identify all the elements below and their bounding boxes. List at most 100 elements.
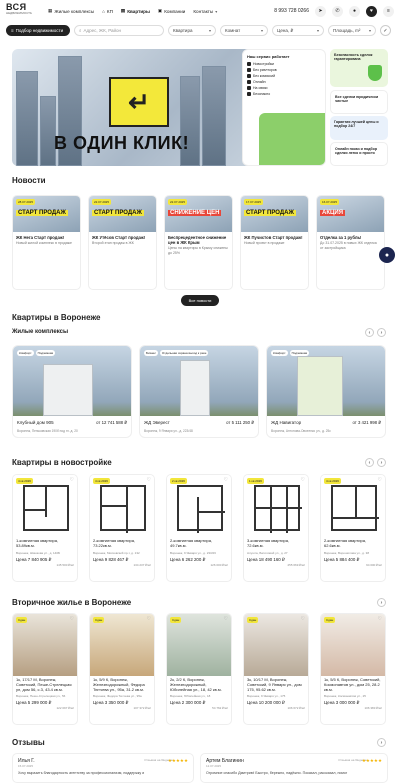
flat-card[interactable]: 4 кв 2026 ♡ 2-комнатная квартира, 62.6кв.… [320, 474, 386, 582]
flat-card[interactable]: 2 кв 2026 ♡ 2-комнатная квартира, 49.7кв.… [166, 474, 232, 582]
news-card[interactable]: 28.07.2025 СТАРТ ПРОДАЖ ЖК Нега Старт пр… [12, 195, 81, 290]
feature-card-legal[interactable]: Все сделки юридически чистые [330, 90, 388, 114]
news-date: 28.07.2025 [16, 199, 36, 205]
type-select[interactable]: Квартира ▾ [168, 25, 216, 36]
news-card[interactable]: 22.07.2025 СНИЖЕНИЕ ЦЕН Беспрецедентное … [164, 195, 233, 290]
review-card[interactable]: Артем Благинин 12.07.2025 Огромное спаси… [200, 753, 388, 783]
feature-card-safety[interactable]: Безопасность сделок гарантирована [330, 49, 388, 87]
complex-address: Воронеж, 9 Января ул., д. 223/48 [144, 429, 193, 433]
news-card[interactable]: 22.07.2025 СТАРТ ПРОДАЖ ЖК Утёсов Старт … [88, 195, 157, 290]
complex-tag: Отдельная охрана выход к реке [159, 350, 209, 356]
company-icon: ▣ [157, 8, 163, 13]
complex-tag: Подземная [35, 350, 56, 356]
nav-complexes[interactable]: ▦ Жилые комплексы [48, 8, 94, 14]
flat-tag: 4 кв 2026 [93, 478, 110, 484]
floor-plan [177, 485, 225, 533]
area-select[interactable]: Площадь, m² ▾ [328, 25, 376, 36]
nav-contacts[interactable]: Контакты ▾ [193, 9, 217, 14]
favorites-icon[interactable]: ♥ [366, 5, 377, 17]
complex-card[interactable]: Комфорт Подземная ЖД Навигатор от 3 421 9… [266, 345, 386, 438]
news-desc: Второй этап продаж в ЖК [92, 241, 134, 245]
next-arrow-icon[interactable]: › [377, 458, 386, 467]
news-card[interactable]: 16.07.2025 АКЦИЯ Отделка за 1 рубль! До … [316, 195, 385, 290]
flat-price: Цена 10 200 000 ₽ [247, 700, 285, 706]
complex-card[interactable]: Бизнес Отдельная охрана выход к реке ЖД Э… [139, 345, 259, 438]
secondary-card[interactable]: Сдан ♡ 2к, 2/2 К, Воронеж, Железнодорожны… [166, 613, 232, 725]
news-desc: Новый проект в продаже [244, 241, 285, 245]
news-banner: СТАРТ ПРОДАЖ [244, 210, 296, 216]
heart-icon[interactable]: ♡ [301, 616, 305, 622]
secondary-card[interactable]: Сдан ♡ 1к, 5/5 К, Воронеж, Советский, Кос… [320, 613, 386, 725]
telegram-icon[interactable]: ➤ [315, 5, 326, 17]
user-icon[interactable]: ● [349, 5, 360, 17]
next-arrow-icon[interactable]: › [377, 328, 386, 337]
flat-price: Цена 18 490 160 ₽ [247, 556, 285, 562]
review-date: 15.07.2025 [18, 764, 34, 768]
heart-icon[interactable]: ♡ [224, 616, 228, 622]
header: ВСЯ НЕДВИЖИМОСТЬ ▦ Жилые комплексы ⌂ КП ▤ К… [0, 0, 400, 22]
flat-tag: 4 кв 2026 [324, 478, 341, 484]
prev-arrow-icon[interactable]: ‹ [365, 328, 374, 337]
select-property-button[interactable]: ≡ Подбор недвижимости [6, 25, 70, 36]
complex-card[interactable]: Комфорт Подземная Клубный дом 905 от 12 7… [12, 345, 132, 438]
heart-icon[interactable]: ♡ [147, 616, 151, 622]
building-icon: ▦ [48, 8, 53, 13]
secondary-card[interactable]: Сдан ♡ 3к, 10/17 М, Воронеж, Советский, 9… [243, 613, 309, 725]
people-image [259, 113, 325, 165]
building-shape [43, 364, 93, 416]
news-headline: ЖК Утёсов Старт продаж! [92, 235, 146, 240]
room-photo [167, 614, 231, 676]
nav-apartments[interactable]: ▤ Квартиры [121, 8, 150, 14]
nav-kp[interactable]: ⌂ КП [102, 9, 113, 14]
nav-companies[interactable]: ▣ Компании [158, 8, 185, 14]
complex-tag: Бизнес [144, 350, 158, 356]
flat-card[interactable]: 4 кв 2026 ♡ 2-комнатная квартира, 73.22кв… [89, 474, 155, 582]
flat-tag: 2 кв 2026 [170, 478, 187, 484]
flat-price-per-m2: 106 672 ₽/м² [287, 706, 305, 711]
rooms-select[interactable]: Комнат ▾ [220, 25, 268, 36]
review-card[interactable]: Илья Г. 15.07.2025 Хочу выразить благода… [12, 753, 194, 783]
phone-number[interactable]: 8 993 728 0266 [274, 8, 309, 14]
news-banner: СТАРТ ПРОДАЖ [92, 210, 144, 216]
flat-card[interactable]: 4 кв 2026 ♡ 1-комнатная квартира, 53.89кв… [12, 474, 78, 582]
logo[interactable]: ВСЯ НЕДВИЖИМОСТЬ [6, 3, 32, 19]
hero-banner[interactable]: ↵ В ОДИН КЛИК! [12, 49, 266, 166]
complex-name: Клубный дом 905 [17, 420, 54, 425]
flat-title: 2к, 2/2 К, Воронеж, Железнодорожный, Юби… [170, 677, 222, 692]
secondary-card[interactable]: Сдан ♡ 1к, 5/9 К, Воронеж, Железнодорожны… [89, 613, 155, 725]
chat-icon[interactable]: ● [379, 247, 395, 263]
heart-icon[interactable]: ♡ [378, 477, 382, 483]
heart-icon[interactable]: ♡ [224, 477, 228, 483]
apartment-icon: ▤ [120, 8, 126, 13]
heart-icon[interactable]: ♡ [70, 616, 74, 622]
whatsapp-icon[interactable]: ✆ [332, 5, 343, 17]
flat-title: 2-комнатная квартира, 62.6кв.м. [324, 538, 367, 548]
search-submit-icon[interactable]: ✓ [380, 25, 391, 36]
news-banner: СТАРТ ПРОДАЖ [16, 210, 68, 216]
news-desc: Цены на квартиры в Крыму снижены до 25% [168, 246, 228, 255]
floor-plan [23, 485, 69, 531]
feature-card-online[interactable]: Онлайн показ и подбор сделки легко и про… [330, 142, 388, 166]
menu-icon[interactable]: ≡ [383, 5, 394, 17]
flat-title: 1к, 17/17 М, Воронеж, Советский, Пеше-Ст… [16, 677, 72, 692]
heart-icon[interactable]: ♡ [378, 616, 382, 622]
all-news-button[interactable]: Все новости [181, 295, 219, 306]
next-arrow-icon[interactable]: › [377, 598, 386, 607]
prev-arrow-icon[interactable]: ‹ [365, 458, 374, 467]
price-select[interactable]: Цена, ₽ ▾ [272, 25, 324, 36]
building-shape [202, 66, 226, 166]
heart-icon[interactable]: ♡ [147, 477, 151, 483]
heart-icon[interactable]: ♡ [70, 477, 74, 483]
promo-card[interactable]: Наш сервис работает Новостройки Без риэл… [242, 49, 326, 166]
flat-price: Цена 7 840 905 ₽ [16, 556, 52, 562]
search-input[interactable]: ⌕ Адрес, ЖК, Район [74, 25, 164, 36]
flat-card[interactable]: 1 кв 2026 ♡ 3-комнатная квартира, 72.6кв.… [243, 474, 309, 582]
chevron-down-icon: ▾ [368, 28, 371, 33]
news-headline: Беспрецедентное снижение цен в ЖК Крым [168, 235, 227, 245]
flat-price-per-m2: 145 500 ₽/м² [56, 562, 74, 567]
news-card[interactable]: 17.07.2025 СТАРТ ПРОДАЖ ЖК Пучистов Стар… [240, 195, 309, 290]
next-arrow-icon[interactable]: › [377, 738, 386, 747]
secondary-card[interactable]: Сдан ♡ 1к, 17/17 М, Воронеж, Советский, П… [12, 613, 78, 725]
heart-icon[interactable]: ♡ [301, 477, 305, 483]
feature-card-price[interactable]: Гарантия лучшей цены и подбор 24/7 [330, 116, 388, 140]
